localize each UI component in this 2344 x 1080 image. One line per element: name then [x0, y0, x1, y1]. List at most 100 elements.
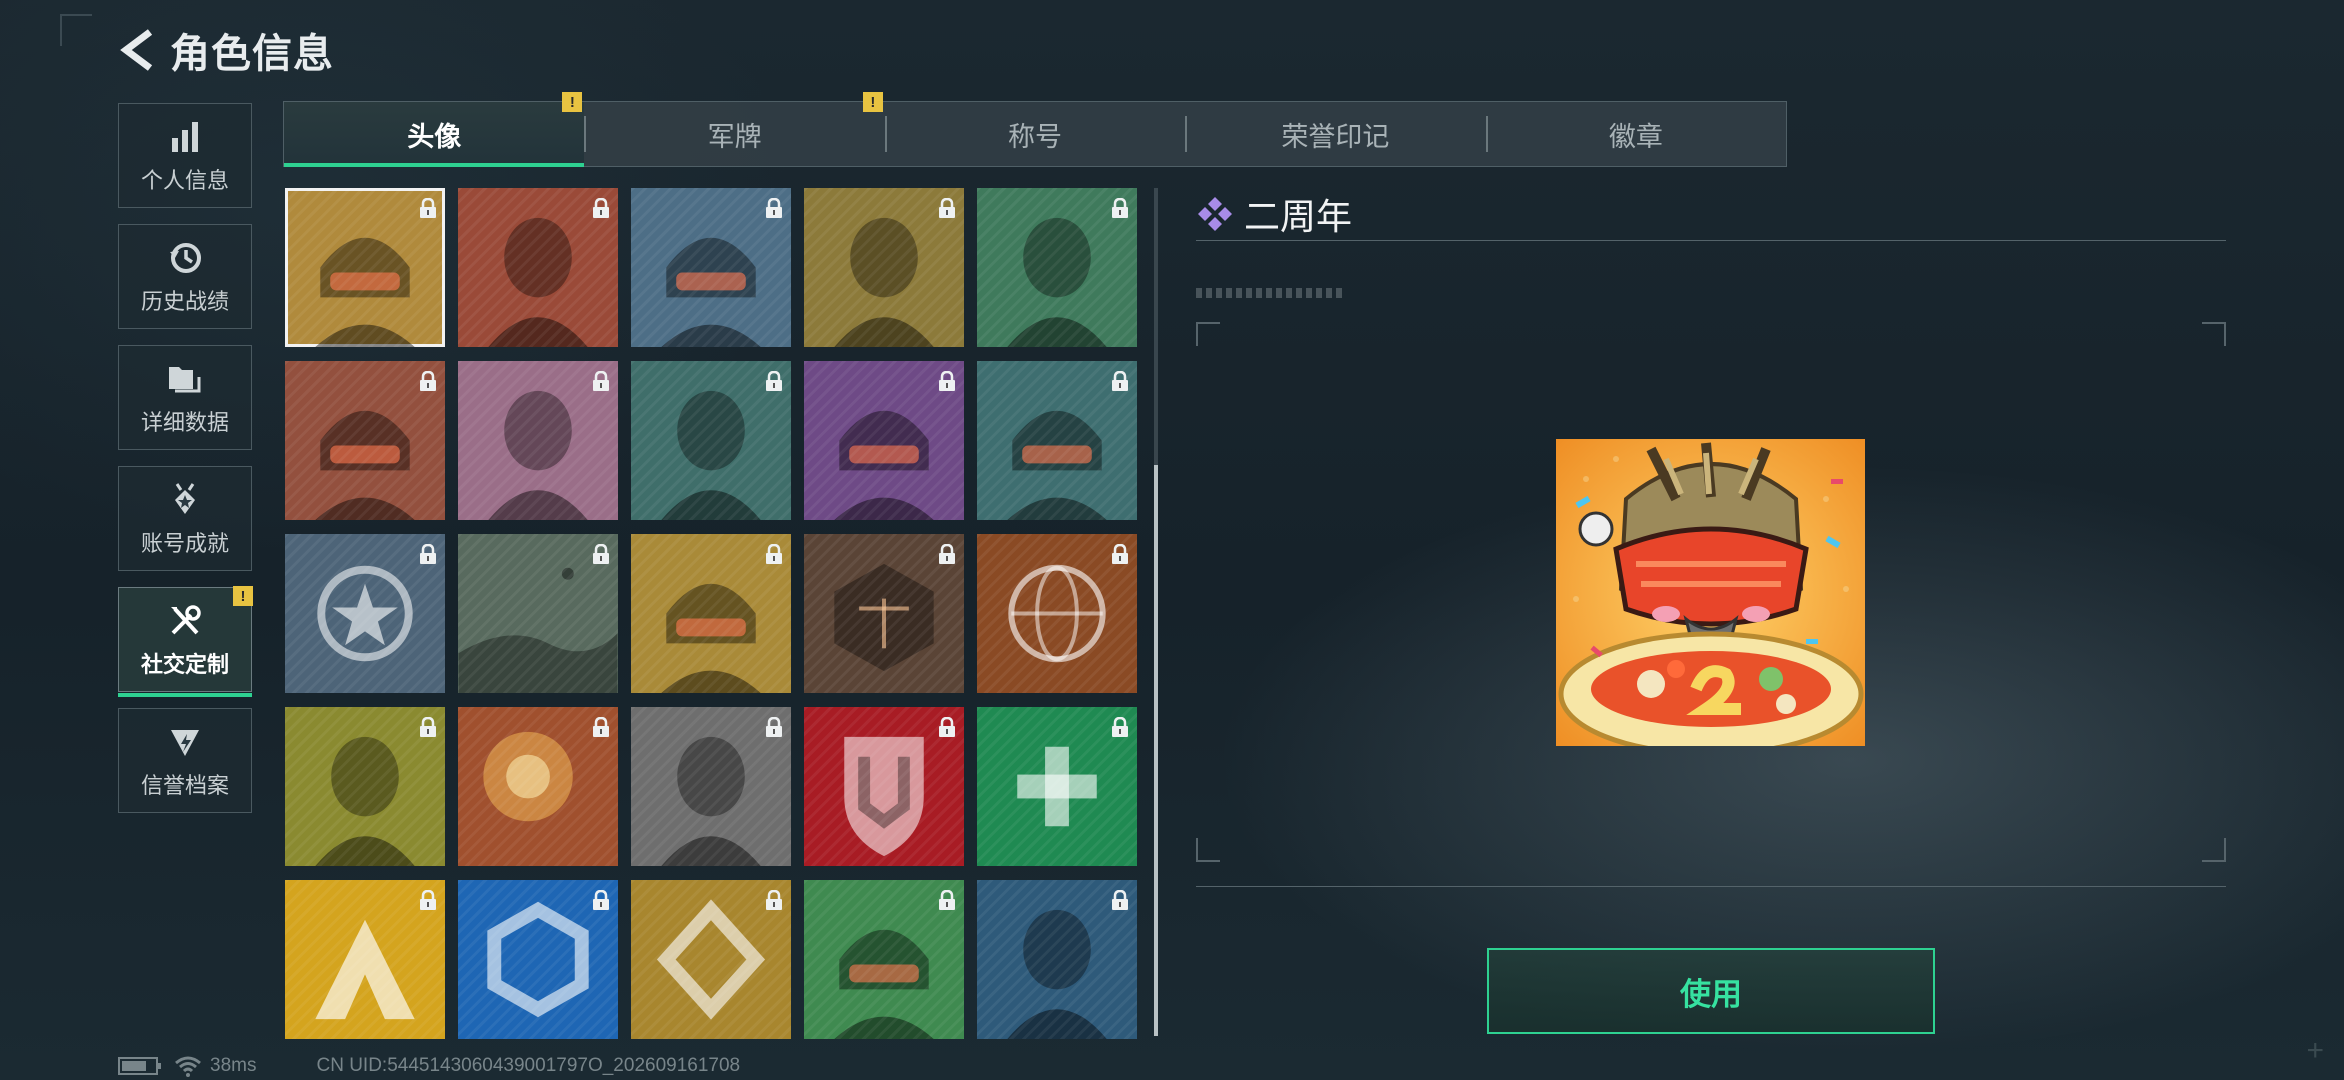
- lock-icon: [420, 371, 436, 391]
- lock-icon: [766, 890, 782, 910]
- wifi-icon: [175, 1056, 201, 1077]
- nav-item-match-history[interactable]: 历史战绩: [118, 224, 252, 329]
- ping-value: 38ms: [210, 1055, 257, 1076]
- avatar-option-pilot[interactable]: [631, 188, 791, 347]
- avatar-option-man-headset[interactable]: [977, 188, 1137, 347]
- side-nav: 个人信息 历史战绩 详细数据 账号成就 ! 社交定制 信誉档案: [118, 103, 254, 829]
- avatar-option-helmet-noodles[interactable]: [285, 188, 445, 347]
- avatar-option-man-cap[interactable]: [458, 188, 618, 347]
- nav-item-personal-info[interactable]: 个人信息: [118, 103, 252, 208]
- avatar-option-mascot-noodles[interactable]: [631, 534, 791, 693]
- lock-icon: [593, 890, 609, 910]
- divider: [1196, 886, 2226, 887]
- avatar-option-shield-logo-red[interactable]: [804, 707, 964, 866]
- avatar-option-gunman-gray[interactable]: [631, 707, 791, 866]
- avatar-option-diamond-logo-gold[interactable]: [631, 880, 791, 1039]
- tab-honor-mark[interactable]: 荣誉印记: [1185, 102, 1485, 166]
- tab-label: 荣誉印记: [1281, 121, 1390, 152]
- avatar-option-bald-headset[interactable]: [804, 188, 964, 347]
- lock-icon: [420, 198, 436, 218]
- alert-badge: !: [862, 92, 883, 112]
- avatar-option-landscape-heli[interactable]: [458, 534, 618, 693]
- avatar-option-man-glasses-olive[interactable]: [285, 707, 445, 866]
- lock-icon: [1112, 890, 1128, 910]
- page-header: 角色信息: [118, 22, 668, 86]
- use-button[interactable]: 使用: [1487, 948, 1935, 1034]
- nav-item-social-custom[interactable]: ! 社交定制: [118, 586, 253, 697]
- lock-icon: [939, 890, 955, 910]
- tab-badge[interactable]: 徽章: [1485, 102, 1786, 166]
- alert-badge: !: [233, 586, 253, 606]
- status-bar: 38ms CN UID:5445143060439001797O_2026091…: [118, 1055, 740, 1077]
- tab-label: 头像: [407, 121, 462, 152]
- frame-corner: [1196, 322, 1220, 346]
- nav-label: 账号成就: [140, 530, 229, 556]
- avatar-option-soldier-goggles[interactable]: [285, 361, 445, 520]
- tab-avatar[interactable]: 头像 !: [284, 92, 585, 167]
- tools-icon: [165, 601, 205, 641]
- lock-icon: [593, 544, 609, 564]
- nav-item-credit-record[interactable]: 信誉档案: [118, 708, 252, 813]
- avatar-option-white-hair[interactable]: [458, 361, 618, 520]
- nav-item-achievements[interactable]: 账号成就: [118, 466, 252, 571]
- avatar-option-scales-emblem[interactable]: [804, 534, 964, 693]
- battery-icon: [118, 1057, 161, 1075]
- avatar-option-hex-logo-blue[interactable]: [458, 880, 618, 1039]
- nav-label: 详细数据: [140, 409, 229, 435]
- frame-corner: [2202, 838, 2226, 862]
- tab-title[interactable]: 称号: [884, 102, 1185, 166]
- lock-icon: [420, 717, 436, 737]
- avatar-option-soldier-woman-green[interactable]: [804, 880, 964, 1039]
- uid-text: CN UID:5445143060439001797O_202609161708: [316, 1055, 741, 1076]
- avatar-name: 二周年: [1244, 196, 1353, 237]
- avatar-option-man-blue[interactable]: [977, 880, 1137, 1039]
- obscured-subtitle: [1196, 288, 1346, 298]
- tab-bar: 头像 ! 军牌 ! 称号 荣誉印记 徽章: [283, 92, 1787, 167]
- lock-icon: [420, 890, 436, 910]
- history-clock-icon: [165, 238, 205, 278]
- back-button[interactable]: [118, 27, 158, 73]
- lock-icon: [1112, 544, 1128, 564]
- avatar-option-star-gear-emblem[interactable]: [285, 534, 445, 693]
- tab-label: 军牌: [707, 121, 762, 152]
- avatar-option-eri-globe[interactable]: [977, 534, 1137, 693]
- lock-icon: [939, 198, 955, 218]
- lock-icon: [766, 717, 782, 737]
- avatar-option-woman-visor[interactable]: [804, 361, 964, 520]
- avatar-option-man-glasses[interactable]: [631, 361, 791, 520]
- lock-icon: [1112, 371, 1128, 391]
- frame-corner: [2202, 322, 2226, 346]
- lock-icon: [939, 544, 955, 564]
- nav-label: 历史战绩: [140, 288, 229, 314]
- lock-icon: [593, 717, 609, 737]
- bar-chart-icon: [165, 117, 205, 157]
- lock-icon: [939, 371, 955, 391]
- avatar-option-medic-cross-green[interactable]: [977, 707, 1137, 866]
- avatar-option-masked-soldier[interactable]: [977, 361, 1137, 520]
- corner-decoration: [60, 14, 92, 46]
- detail-header: 二周年: [1196, 188, 1352, 240]
- diamond-cluster-icon: [1198, 197, 1232, 231]
- lock-icon: [766, 198, 782, 218]
- nav-label: 个人信息: [140, 167, 229, 193]
- avatar-grid: [285, 188, 1137, 1039]
- nav-label: 信誉档案: [140, 772, 229, 798]
- nav-item-detailed-data[interactable]: 详细数据: [118, 345, 252, 450]
- scrollbar-thumb[interactable]: [1154, 465, 1158, 1036]
- tab-label: 徽章: [1608, 121, 1663, 152]
- lock-icon: [593, 198, 609, 218]
- credit-emblem-icon: [165, 722, 205, 762]
- lock-icon: [939, 717, 955, 737]
- back-arrow-icon: [120, 29, 153, 71]
- divider: [1196, 240, 2226, 241]
- avatar-preview-image: [1556, 439, 1865, 746]
- tab-dog-tag[interactable]: 军牌 !: [584, 92, 884, 166]
- alert-badge: !: [562, 92, 583, 112]
- tab-label: 称号: [1008, 121, 1063, 152]
- lock-icon: [766, 544, 782, 564]
- lock-icon: [420, 544, 436, 564]
- avatar-option-explosion[interactable]: [458, 707, 618, 866]
- lock-icon: [1112, 717, 1128, 737]
- avatar-option-a-logo-yellow[interactable]: [285, 880, 445, 1039]
- page-title: 角色信息: [170, 32, 334, 76]
